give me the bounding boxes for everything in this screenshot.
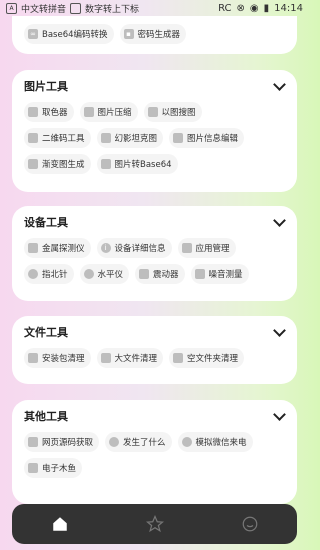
password-generator-chip[interactable]: ▪ 密码生成器 [119, 24, 187, 44]
chip-label: 二维码工具 [42, 134, 85, 144]
rc-label: RC [218, 2, 232, 14]
color-picker-chip[interactable]: 取色器 [24, 102, 74, 122]
what-happened-chip[interactable]: 发生了什么 [105, 432, 172, 452]
chevron-down-icon[interactable] [273, 410, 285, 422]
clock: 14:14 [274, 2, 303, 14]
gradient-generator-chip[interactable]: 渐变图生成 [24, 154, 91, 174]
folder-outline-icon [173, 353, 184, 363]
chevron-down-icon[interactable] [273, 80, 285, 92]
chip-label: 密码生成器 [137, 30, 181, 40]
chip-label: 网页源码获取 [42, 438, 94, 448]
top-card: ∞ Base64编码转换 ▪ 密码生成器 [12, 16, 297, 54]
image-search-icon [147, 107, 158, 117]
speaker-icon [194, 269, 205, 279]
other-tools-card: 其他工具 网页源码获取 发生了什么 模拟微信来电 电子木鱼 [12, 400, 297, 504]
chip-label: 空文件夹清理 [187, 354, 239, 364]
chip-label: Base64编码转换 [42, 30, 108, 40]
chip-label: 安装包清理 [42, 354, 85, 364]
fake-wechat-call-chip[interactable]: 模拟微信来电 [177, 432, 253, 452]
dropper-icon [28, 107, 38, 117]
bottom-navigation [12, 504, 297, 544]
level-chip[interactable]: 水平仪 [79, 264, 130, 284]
folder-icon [100, 353, 111, 363]
level-icon [83, 269, 94, 279]
chip-label: 图片信息编辑 [187, 134, 239, 144]
chip-label: 发生了什么 [123, 438, 166, 448]
chevron-down-icon[interactable] [273, 216, 285, 228]
lock-icon: ▪ [123, 29, 134, 39]
link-icon: ∞ [28, 29, 38, 39]
image-to-base64-chip[interactable]: 图片转Base64 [96, 154, 178, 174]
chip-label: 图片压缩 [97, 108, 132, 118]
section-title: 其他工具 [24, 410, 68, 423]
chip-label: 渐变图生成 [42, 160, 85, 170]
gradient-icon [28, 159, 38, 169]
qrcode-tool-chip[interactable]: 二维码工具 [24, 128, 91, 148]
metal-detector-chip[interactable]: 金属探测仪 [24, 238, 91, 258]
noise-meter-chip[interactable]: 噪音测量 [190, 264, 249, 284]
chip-label: 模拟微信来电 [195, 438, 247, 448]
webpage-icon [28, 437, 38, 447]
mute-icon: ⊗ [236, 2, 245, 14]
phantom-tank-chip[interactable]: 幻影坦克图 [96, 128, 164, 148]
image-icon [83, 107, 94, 117]
chip-label: 以图搜图 [161, 108, 196, 118]
wooden-fish-chip[interactable]: 电子木鱼 [24, 458, 83, 478]
image-info-edit-chip[interactable]: 图片信息编辑 [169, 128, 245, 148]
vibrator-chip[interactable]: 震动器 [135, 264, 185, 284]
image-tools-card: 图片工具 取色器 图片压缩 以图搜图 二维码工具 幻影坦克图 图片信息编辑 渐变… [12, 70, 297, 192]
star-icon[interactable] [144, 513, 166, 535]
wifi-icon: ◉ [249, 2, 259, 14]
image-code-icon [100, 159, 111, 169]
chip-label: 金属探测仪 [42, 244, 85, 254]
battery-icon: ▮ [263, 2, 270, 14]
web-source-chip[interactable]: 网页源码获取 [24, 432, 100, 452]
image-compress-chip[interactable]: 图片压缩 [79, 102, 138, 122]
package-icon [28, 353, 38, 363]
chip-label: 取色器 [42, 108, 68, 118]
image-edit-icon [173, 133, 184, 143]
status-text-pinyin: 中文转拼音 [21, 4, 67, 15]
section-title: 图片工具 [24, 80, 68, 93]
smile-icon[interactable] [239, 513, 261, 535]
chip-label: 应用管理 [195, 244, 230, 254]
home-icon[interactable] [49, 513, 71, 535]
file-tools-card: 文件工具 安装包清理 大文件清理 空文件夹清理 [12, 316, 297, 384]
phone-icon [181, 437, 192, 447]
base64-tool-chip[interactable]: ∞ Base64编码转换 [24, 24, 114, 44]
device-info-chip[interactable]: i 设备详细信息 [96, 238, 172, 258]
question-icon [109, 437, 120, 447]
section-title: 设备工具 [24, 216, 68, 229]
status-text-subscript: 数字转上下标 [85, 4, 140, 15]
compass-chip[interactable]: 指北针 [24, 264, 74, 284]
qrcode-icon [28, 133, 38, 143]
apk-cleaner-chip[interactable]: 安装包清理 [24, 348, 91, 368]
chip-label: 噪音测量 [208, 270, 243, 280]
detector-icon [28, 243, 38, 253]
chip-label: 水平仪 [97, 270, 124, 280]
app-manager-chip[interactable]: 应用管理 [177, 238, 236, 258]
compass-icon [28, 269, 38, 279]
chip-label: 震动器 [153, 270, 179, 280]
image-search-chip[interactable]: 以图搜图 [143, 102, 202, 122]
chip-label: 大文件清理 [114, 354, 158, 364]
large-file-cleaner-chip[interactable]: 大文件清理 [96, 348, 164, 368]
vibrate-icon [139, 269, 150, 279]
chip-label: 幻影坦克图 [114, 134, 158, 144]
status-bar: A 中文转拼音 数字转上下标 RC ⊗ ◉ ▮ 14:14 [0, 0, 309, 16]
chip-label: 图片转Base64 [114, 160, 172, 170]
chip-label: 指北针 [42, 270, 68, 280]
chip-label: 设备详细信息 [114, 244, 166, 254]
layers-icon [100, 133, 111, 143]
app-notification-icon: A [6, 2, 17, 14]
wooden-fish-icon [28, 463, 38, 473]
empty-folder-cleaner-chip[interactable]: 空文件夹清理 [169, 348, 245, 368]
notification-icon [70, 2, 82, 14]
section-title: 文件工具 [24, 326, 68, 339]
device-tools-card: 设备工具 金属探测仪 i 设备详细信息 应用管理 指北针 水平仪 震动器 噪音测量 [12, 206, 297, 301]
info-icon: i [100, 243, 111, 253]
cube-icon [181, 243, 192, 253]
chip-label: 电子木鱼 [42, 464, 77, 474]
chevron-down-icon[interactable] [273, 326, 285, 338]
